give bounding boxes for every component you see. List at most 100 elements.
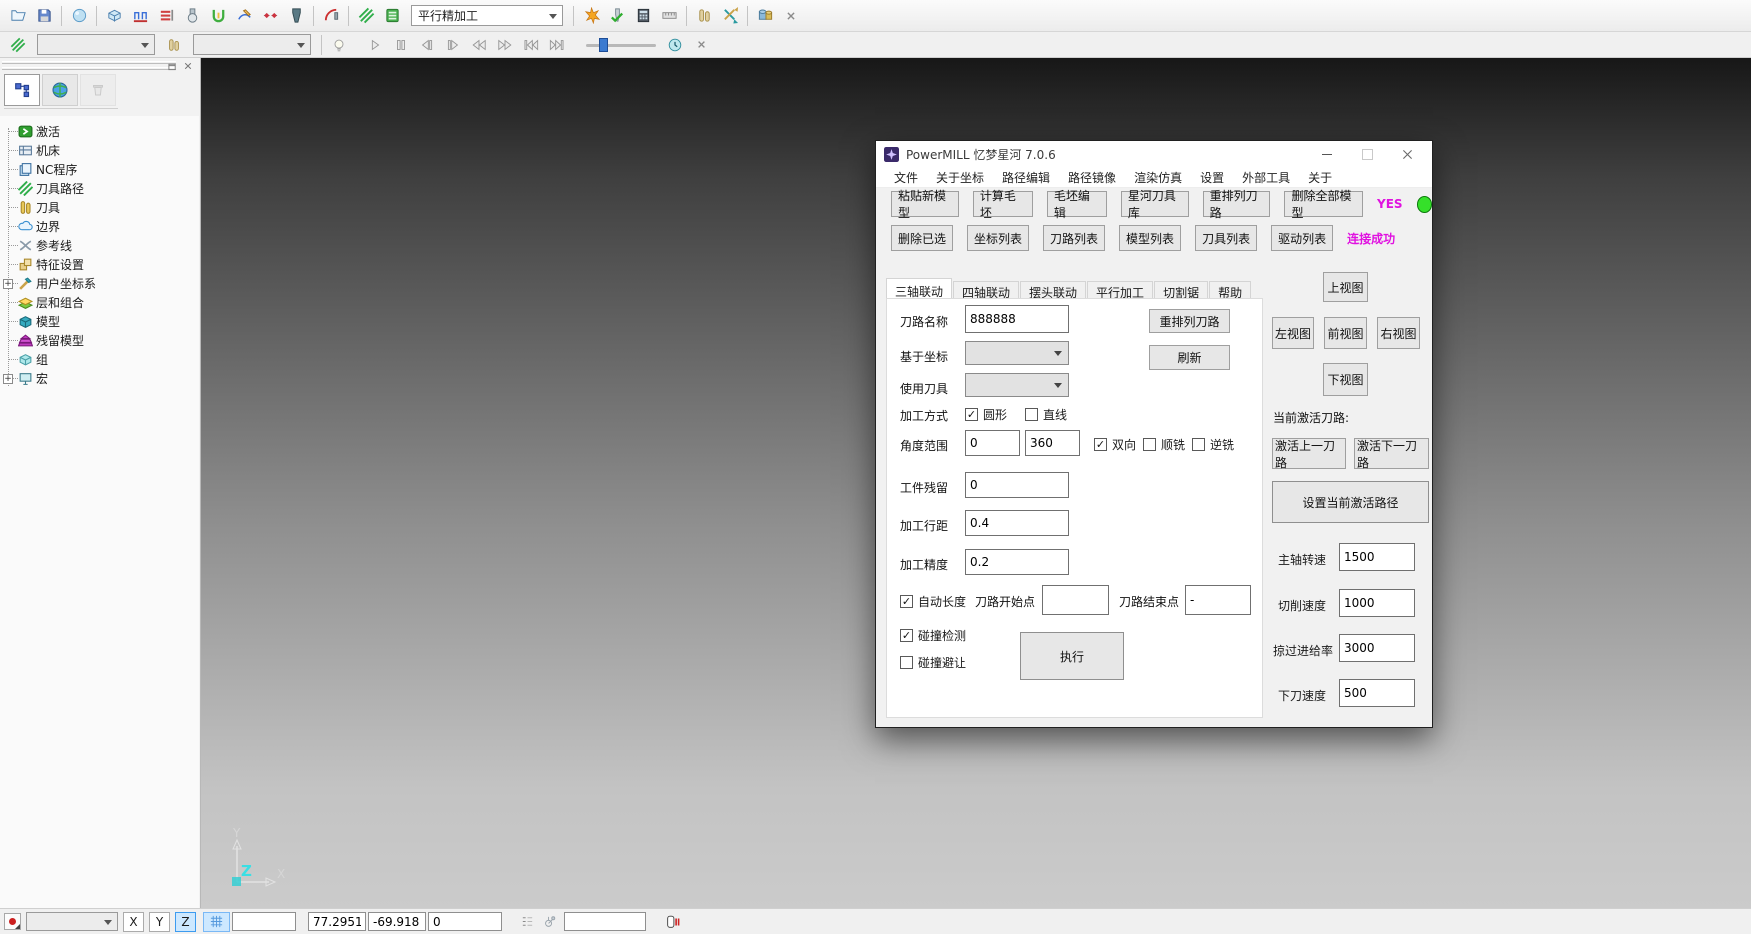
toolbar-close-button[interactable] xyxy=(778,4,804,28)
stock-edit-button[interactable]: 毛坯编辑 xyxy=(1047,191,1107,217)
toolpath-list-button[interactable]: 刀路列表 xyxy=(1043,225,1105,251)
plunge-feed-input[interactable] xyxy=(1339,679,1415,707)
tree-item-toolpaths[interactable]: 刀具路径 xyxy=(0,179,199,198)
snap-value-field[interactable] xyxy=(564,912,646,931)
tree-item-models[interactable]: 模型 xyxy=(0,312,199,331)
axis-z-toggle[interactable]: Z xyxy=(175,912,196,932)
simulation-tool-dropdown[interactable] xyxy=(193,34,311,55)
expand-icon[interactable] xyxy=(3,279,13,289)
toolpath-name-input[interactable] xyxy=(965,305,1069,333)
pick-point-button[interactable] xyxy=(4,913,21,930)
sphere-tool-button[interactable] xyxy=(66,4,92,28)
step-forward-button[interactable] xyxy=(440,33,466,57)
menu-path-mirror[interactable]: 路径镜像 xyxy=(1059,169,1125,186)
checkbox-conventional[interactable] xyxy=(1192,438,1205,451)
activate-next-toolpath-button[interactable]: 激活下一刀路 xyxy=(1354,438,1429,469)
expand-icon[interactable] xyxy=(3,374,13,384)
tab-explorer-tree[interactable] xyxy=(4,74,40,106)
tree-item-boundaries[interactable]: 边界 xyxy=(0,217,199,236)
play-button[interactable] xyxy=(362,33,388,57)
collision-avoid-option[interactable]: 碰撞避让 xyxy=(900,654,966,671)
model-list-button[interactable]: 模型列表 xyxy=(1119,225,1181,251)
tolerance-input[interactable] xyxy=(965,549,1069,575)
compute-stock-button[interactable]: 计算毛坯 xyxy=(973,191,1033,217)
view-front-button[interactable]: 前视图 xyxy=(1324,317,1367,349)
coordinate-list-button[interactable] xyxy=(516,912,538,932)
coord-system-dropdown[interactable] xyxy=(965,341,1069,365)
view-top-button[interactable]: 上视图 xyxy=(1323,272,1368,302)
simulation-models-button[interactable] xyxy=(752,4,778,28)
ruler-button[interactable] xyxy=(656,4,682,28)
go-to-start-button[interactable] xyxy=(518,33,544,57)
simulation-clock-button[interactable] xyxy=(662,33,688,57)
strategy-dropdown[interactable]: 平行精加工 xyxy=(411,5,563,26)
drive-list-button[interactable]: 驱动列表 xyxy=(1271,225,1333,251)
pause-button[interactable] xyxy=(388,33,414,57)
open-file-button[interactable] xyxy=(5,4,31,28)
checkbox-circle[interactable] xyxy=(965,408,978,421)
statusbar-dropdown[interactable] xyxy=(26,912,118,931)
menu-path-edit[interactable]: 路径编辑 xyxy=(993,169,1059,186)
strategy-list-button[interactable] xyxy=(379,4,405,28)
tool-holder-button[interactable] xyxy=(283,4,309,28)
step-back-button[interactable] xyxy=(414,33,440,57)
view-bottom-button[interactable]: 下视图 xyxy=(1323,363,1368,396)
tree-item-activate[interactable]: 激活 xyxy=(0,122,199,141)
toolpath-ribbon-button[interactable] xyxy=(353,4,379,28)
points-button[interactable] xyxy=(257,4,283,28)
view-right-button[interactable]: 右视图 xyxy=(1377,317,1420,349)
angle-start-input[interactable] xyxy=(965,430,1020,456)
simulation-close-button[interactable] xyxy=(688,33,714,57)
tab-explorer-globe[interactable] xyxy=(42,74,78,106)
refresh-button[interactable]: 刷新 xyxy=(1149,345,1230,370)
tree-item-levels-and-sets[interactable]: 层和组合 xyxy=(0,293,199,312)
axis-y-toggle[interactable]: Y xyxy=(149,912,170,932)
tool-library-button[interactable]: 星河刀具库 xyxy=(1121,191,1189,217)
statusbar-empty-field[interactable] xyxy=(232,912,296,931)
tree-item-workplanes[interactable]: 用户坐标系 xyxy=(0,274,199,293)
panel-splitter[interactable] xyxy=(2,61,176,64)
collision-check-option[interactable]: 碰撞检测 xyxy=(900,627,966,644)
skim-feed-input[interactable] xyxy=(1339,634,1415,662)
delete-selected-button[interactable]: 删除已选 xyxy=(891,225,953,251)
tool-verify-button[interactable] xyxy=(604,4,630,28)
tree-item-stock-models[interactable]: 残留模型 xyxy=(0,331,199,350)
pattern-pencil-button[interactable] xyxy=(231,4,257,28)
levels-button[interactable] xyxy=(153,4,179,28)
cursor-y-coordinate[interactable] xyxy=(368,912,426,931)
tree-item-nc-programs[interactable]: NC程序 xyxy=(0,160,199,179)
slider-handle[interactable] xyxy=(599,38,608,52)
checkbox-bidirectional[interactable] xyxy=(1094,438,1107,451)
axis-x-toggle[interactable]: X xyxy=(123,912,144,932)
end-point-input[interactable] xyxy=(1185,585,1251,615)
maximize-button[interactable] xyxy=(1350,141,1384,167)
swap-tools-button[interactable] xyxy=(717,4,743,28)
mode-line-option[interactable]: 直线 xyxy=(1025,406,1067,423)
stock-allowance-input[interactable] xyxy=(965,472,1069,498)
checkbox-line[interactable] xyxy=(1025,408,1038,421)
cutting-feed-input[interactable] xyxy=(1339,589,1415,617)
menu-render-simulation[interactable]: 渲染仿真 xyxy=(1125,169,1191,186)
save-button[interactable] xyxy=(31,4,57,28)
block-button[interactable] xyxy=(101,4,127,28)
tree-item-patterns[interactable]: 参考线 xyxy=(0,236,199,255)
execute-button[interactable]: 执行 xyxy=(1020,632,1124,680)
mode-circle-option[interactable]: 圆形 xyxy=(965,406,1007,423)
clipboard-monitor-button[interactable] xyxy=(662,912,684,932)
tree-item-tools[interactable]: 刀具 xyxy=(0,198,199,217)
checkbox-collision-avoid[interactable] xyxy=(900,656,913,669)
grid-toggle-button[interactable] xyxy=(203,912,230,932)
tree-item-feature-sets[interactable]: 特征设置 xyxy=(0,255,199,274)
snap-compass-button[interactable] xyxy=(538,912,560,932)
reorder-toolpaths-button[interactable]: 重排列刀路 xyxy=(1203,191,1271,217)
fast-forward-button[interactable] xyxy=(492,33,518,57)
start-point-input[interactable] xyxy=(1042,585,1109,615)
viewport-3d[interactable]: Y X Z PowerMILL 忆梦星河 7.0.6 文件 关于坐标 路径编辑 xyxy=(201,58,1751,908)
set-active-path-button[interactable]: 设置当前激活路径 xyxy=(1272,481,1429,523)
go-to-end-button[interactable] xyxy=(544,33,570,57)
ball-cutter-button[interactable] xyxy=(179,4,205,28)
menu-file[interactable]: 文件 xyxy=(885,169,927,186)
menu-about-coords[interactable]: 关于坐标 xyxy=(927,169,993,186)
tool-list-button[interactable]: 刀具列表 xyxy=(1195,225,1257,251)
arc-lead-button[interactable] xyxy=(318,4,344,28)
